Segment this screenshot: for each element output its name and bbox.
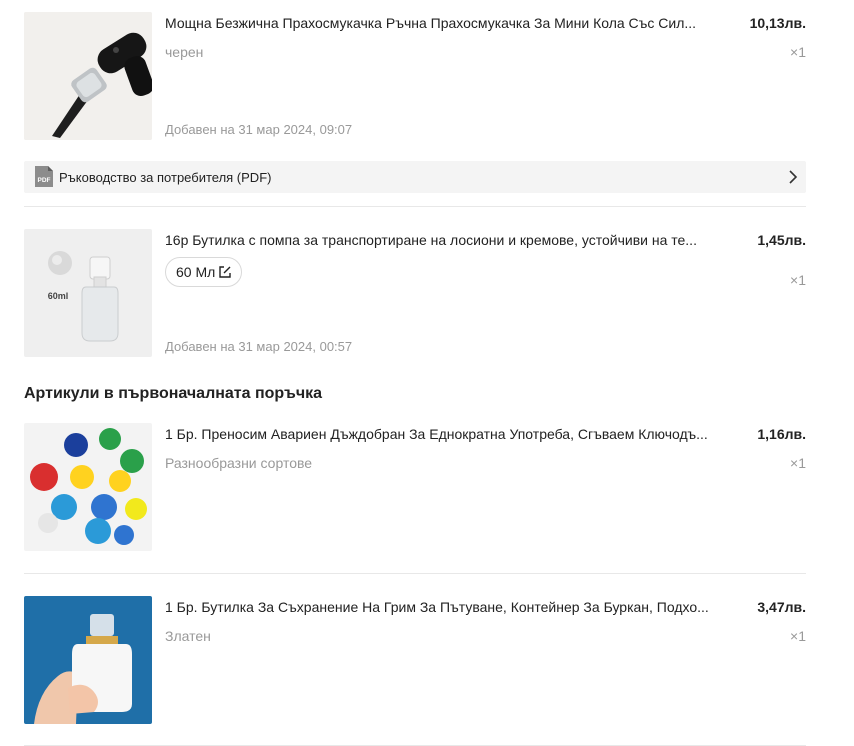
product-title[interactable]: Мощна Безжична Прахосмукачка Ръчна Прахо… — [165, 14, 743, 32]
divider — [24, 573, 806, 574]
product-image[interactable]: 60ml — [24, 229, 152, 357]
product-image[interactable] — [24, 423, 152, 551]
product-quantity: ×1 — [790, 44, 806, 60]
variant-selector[interactable]: 60 Мл — [165, 257, 243, 287]
cart-item-pump-bottle: 60ml 16р Бутилка с помпа за транспортира… — [24, 229, 806, 359]
divider — [24, 206, 806, 207]
product-variant: черен — [165, 44, 204, 60]
image-label: 60ml — [48, 291, 69, 301]
product-variant: Разнообразни сортове — [165, 455, 313, 471]
order-item-makeup-jar: 1 Бр. Бутилка За Съхранение На Грим За П… — [24, 596, 806, 726]
product-price: 3,47лв. — [757, 599, 806, 615]
product-title[interactable]: 1 Бр. Бутилка За Съхранение На Грим За П… — [165, 598, 743, 616]
user-manual-label: Ръководство за потребителя (PDF) — [59, 169, 272, 185]
added-date: Добавен на 31 мар 2024, 00:57 — [165, 339, 353, 354]
pdf-icon-text: PDF — [38, 177, 51, 184]
product-title[interactable]: 1 Бр. Преносим Авариен Дъждобран За Едно… — [165, 425, 743, 443]
pump-bottle-image: 60ml — [24, 229, 152, 357]
section-title: Артикули в първоначалната поръчка — [24, 385, 323, 402]
pdf-file-icon: PDF — [35, 166, 53, 187]
user-manual-link[interactable]: PDF Ръководство за потребителя (PDF) — [24, 161, 806, 193]
edit-icon — [219, 266, 231, 278]
product-variant: Златен — [165, 628, 211, 644]
product-image[interactable] — [24, 596, 152, 724]
added-date: Добавен на 31 мар 2024, 09:07 — [165, 122, 353, 137]
product-price: 10,13лв. — [749, 15, 806, 31]
product-title[interactable]: 16р Бутилка с помпа за транспортиране на… — [165, 231, 743, 249]
cart-item-vacuum: Мощна Безжична Прахосмукачка Ръчна Прахо… — [24, 12, 806, 142]
product-quantity: ×1 — [790, 628, 806, 644]
product-price: 1,45лв. — [757, 232, 806, 248]
vacuum-image — [24, 12, 152, 140]
product-quantity: ×1 — [790, 272, 806, 288]
variant-chip-label: 60 Мл — [176, 264, 216, 280]
product-price: 1,16лв. — [757, 426, 806, 442]
product-quantity: ×1 — [790, 455, 806, 471]
makeup-jar-image — [24, 596, 152, 724]
chevron-right-icon — [789, 170, 798, 184]
raincoat-balls-image — [24, 423, 152, 551]
order-item-raincoat: 1 Бр. Преносим Авариен Дъждобран За Едно… — [24, 423, 806, 553]
product-image[interactable] — [24, 12, 152, 140]
